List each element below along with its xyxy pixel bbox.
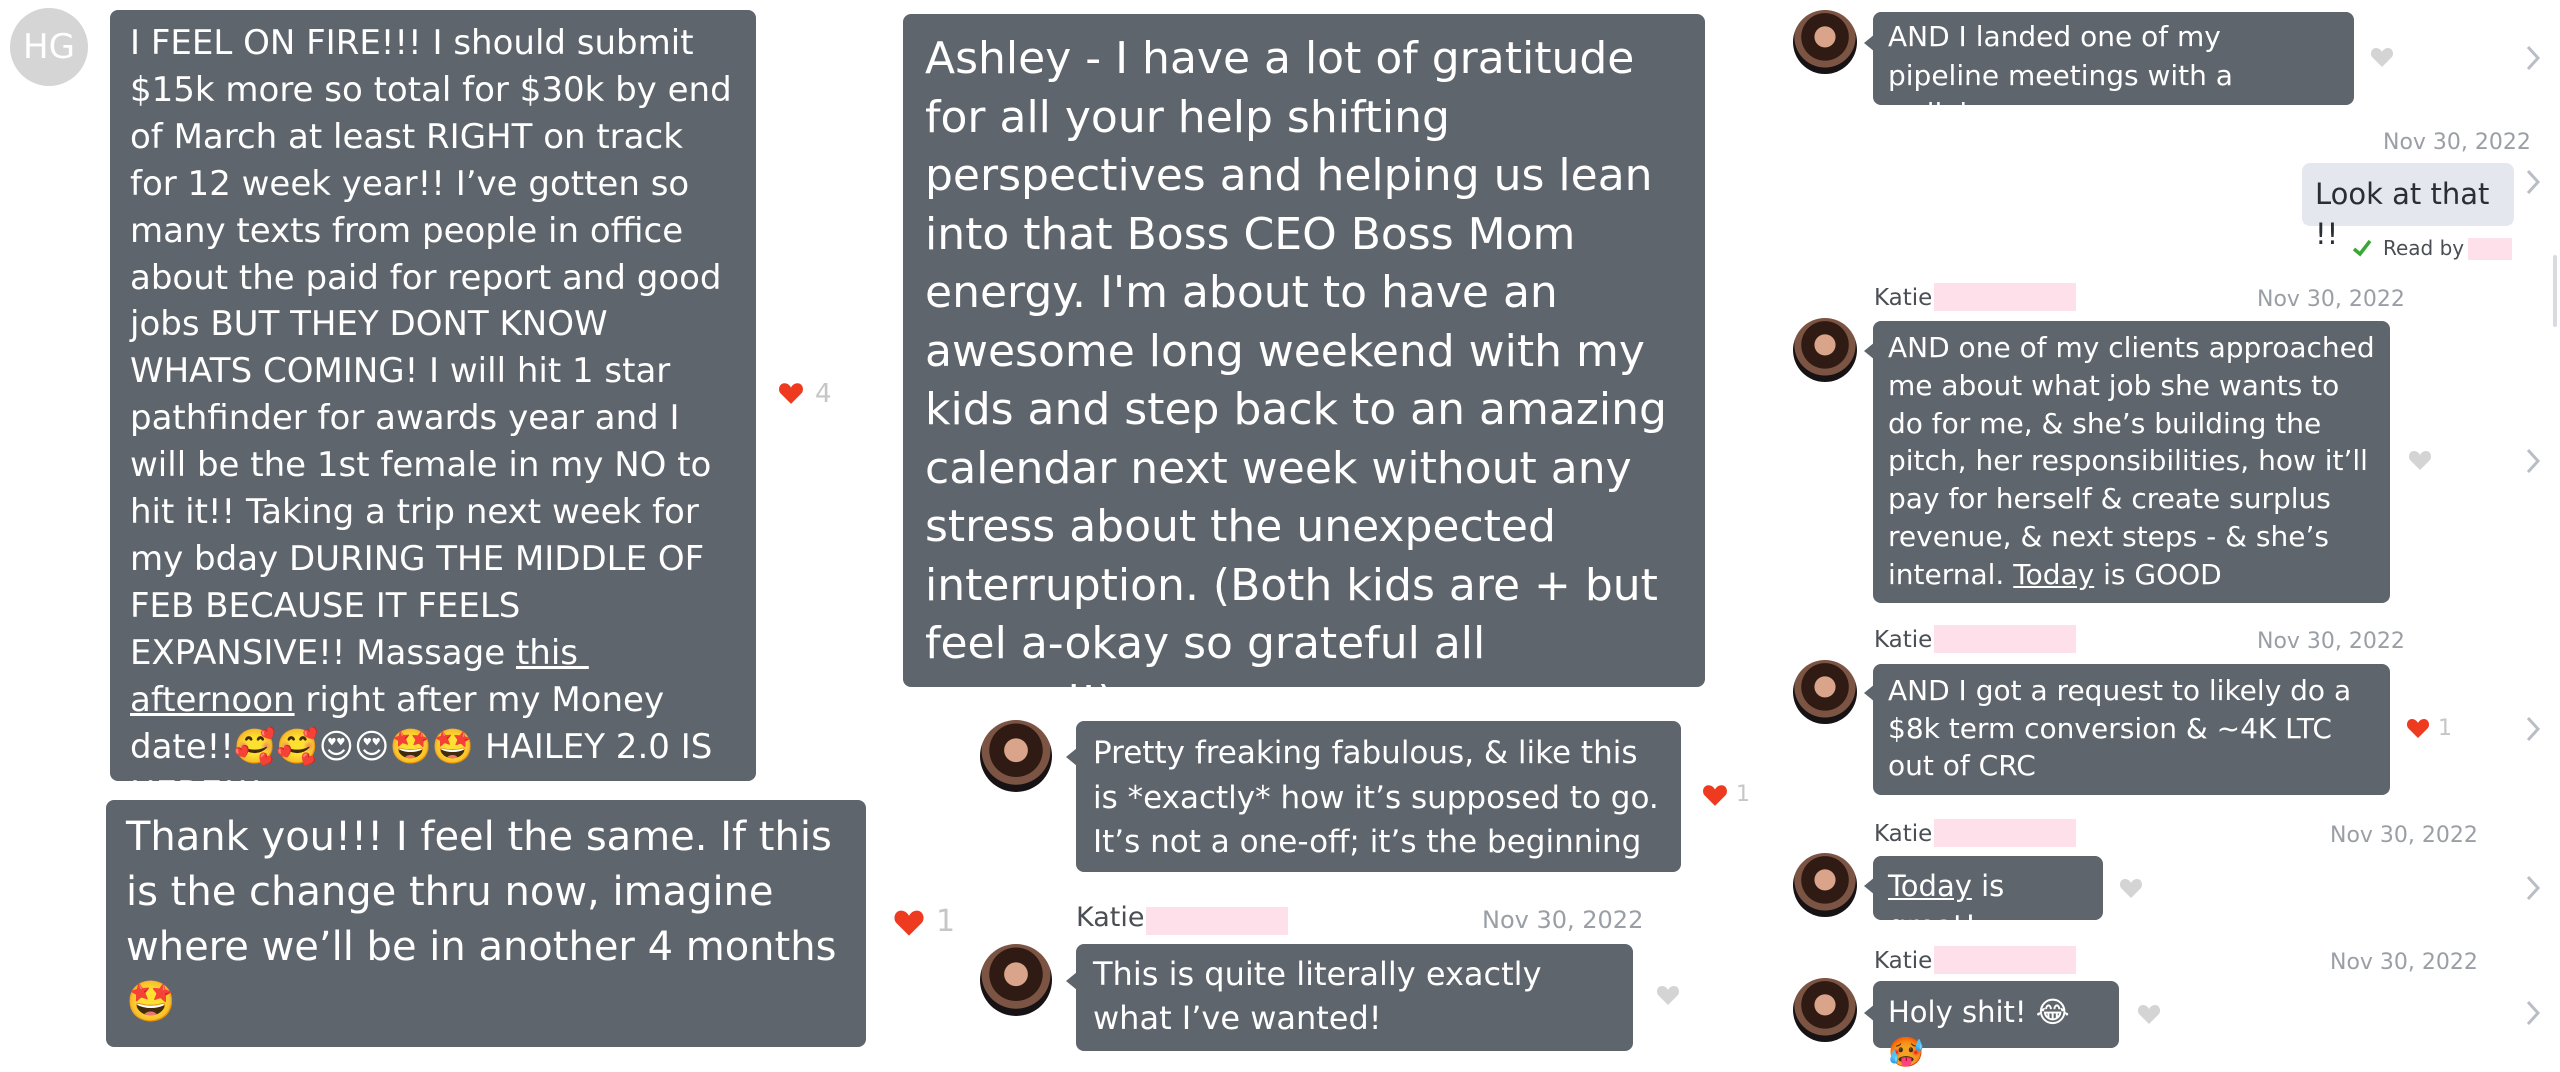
redaction — [1934, 283, 2076, 311]
gray-heart-icon[interactable] — [2408, 449, 2432, 471]
redaction — [1146, 907, 1288, 935]
timestamp: Nov 30, 2022 — [1482, 906, 1644, 934]
message-text: Holy shit! 😂🥵 — [1888, 995, 2070, 1069]
heart-icon[interactable] — [2406, 717, 2430, 739]
avatar[interactable] — [1793, 318, 1857, 382]
gray-heart-icon[interactable] — [1656, 984, 1680, 1006]
timestamp: Nov 30, 2022 — [2257, 629, 2405, 654]
redaction — [2468, 238, 2512, 260]
message-text: is GOOD — [2094, 557, 2222, 591]
timestamp: Nov 30, 2022 — [2330, 823, 2478, 848]
chevron-right-icon[interactable] — [2524, 999, 2542, 1027]
message-text: Thank you!!! I feel the same. If this is… — [126, 814, 850, 1025]
chevron-right-icon[interactable] — [2524, 447, 2542, 475]
message-text: AND I got a request to likely do a $8k t… — [1888, 674, 2361, 782]
scrollbar-thumb[interactable] — [2553, 255, 2557, 327]
message-bubble-6[interactable]: AND I landed one of my pipeline meetings… — [1873, 12, 2354, 130]
avatar[interactable] — [980, 720, 1052, 792]
message-link[interactable]: Today — [1888, 869, 1972, 903]
message-text: AND I landed one of my pipeline meetings… — [1888, 20, 2242, 130]
avatar[interactable] — [980, 944, 1052, 1016]
message-link[interactable]: Today — [2013, 558, 2094, 591]
timestamp: Nov 30, 2022 — [2257, 287, 2405, 312]
message-bubble-1[interactable]: I FEEL ON FIRE!!! I should submit $15k m… — [110, 10, 756, 814]
avatar-initials[interactable]: HG — [10, 8, 88, 86]
timestamp: Nov 30, 2022 — [2383, 130, 2531, 155]
redaction — [1934, 946, 2076, 974]
message-bubble-11[interactable]: Holy shit! 😂🥵 — [1873, 981, 2119, 1069]
timestamp: Nov 30, 2022 — [2330, 950, 2478, 975]
gray-heart-icon[interactable] — [2370, 46, 2394, 68]
heart-icon[interactable] — [1702, 783, 1728, 807]
redaction — [1934, 625, 2076, 653]
message-text: AND one of my clients approached me abou… — [1888, 331, 2384, 591]
message-text: This is quite literally exactly what I’v… — [1093, 955, 1552, 1037]
sender-name: Katie — [1874, 627, 1933, 653]
sender-name: Katie — [1874, 821, 1933, 847]
message-bubble-2[interactable]: Thank you!!! I feel the same. If this is… — [106, 800, 866, 1047]
sender-name: Katie — [1076, 902, 1145, 933]
message-text: Pretty freaking fabulous, & like this is… — [1093, 735, 1669, 860]
redaction — [1934, 819, 2076, 847]
chevron-right-icon[interactable] — [2524, 44, 2542, 72]
chevron-right-icon[interactable] — [2524, 715, 2542, 743]
message-bubble-5[interactable]: This is quite literally exactly what I’v… — [1076, 944, 1633, 1051]
avatar[interactable] — [1793, 10, 1857, 74]
message-bubble-8[interactable]: AND one of my clients approached me abou… — [1873, 321, 2390, 603]
message-bubble-4[interactable]: Pretty freaking fabulous, & like this is… — [1076, 721, 1681, 872]
chevron-right-icon[interactable] — [2524, 874, 2542, 902]
gray-heart-icon[interactable] — [2119, 877, 2143, 899]
heart-icon[interactable] — [778, 381, 804, 405]
reaction-count: 1 — [1736, 782, 1750, 807]
message-bubble-7[interactable]: Look at that !! — [2302, 163, 2514, 251]
avatar[interactable] — [1793, 853, 1857, 917]
message-bubble-10[interactable]: Today is great! — [1873, 856, 2103, 943]
message-text: Ashley - I have a lot of gratitude for a… — [925, 33, 1681, 728]
avatar[interactable] — [1793, 978, 1857, 1042]
sender-name: Katie — [1874, 285, 1933, 311]
avatar[interactable] — [1793, 660, 1857, 724]
message-text: I FEEL ON FIRE!!! I should submit $15k m… — [130, 23, 743, 673]
heart-icon[interactable] — [893, 908, 925, 937]
read-receipt: Read by — [2383, 236, 2465, 260]
chevron-right-icon[interactable] — [2524, 168, 2542, 196]
sender-name: Katie — [1874, 948, 1933, 974]
reaction-count: 1 — [936, 904, 956, 939]
reaction-count: 4 — [815, 379, 832, 409]
reaction-count: 1 — [2438, 716, 2452, 741]
check-icon — [2352, 239, 2372, 257]
message-bubble-3[interactable]: Ashley - I have a lot of gratitude for a… — [903, 14, 1705, 728]
gray-heart-icon[interactable] — [2137, 1003, 2161, 1025]
message-bubble-9[interactable]: AND I got a request to likely do a $8k t… — [1873, 664, 2390, 795]
